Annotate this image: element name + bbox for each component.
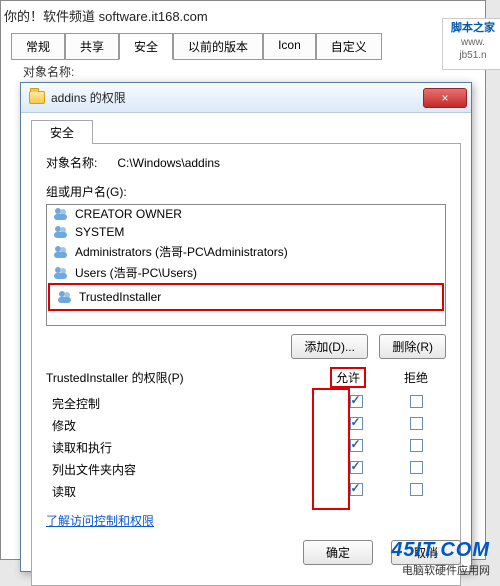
perm-name: 完全控制 (46, 395, 326, 412)
permissions-list: 完全控制 修改 读取和执行 列出文件夹内容 (46, 392, 446, 502)
user-group-icon (53, 207, 69, 221)
permissions-for-label: TrustedInstaller 的权限(P) (46, 371, 184, 385)
learn-access-control-link[interactable]: 了解访问控制和权限 (46, 514, 154, 528)
list-item[interactable]: Users (浩哥-PC\Users) (47, 262, 445, 283)
deny-checkbox[interactable] (410, 483, 423, 496)
dialog-title: addins 的权限 (51, 89, 423, 106)
users-listbox[interactable]: CREATOR OWNER SYSTEM Administrators (浩哥-… (46, 204, 446, 326)
allow-checkbox[interactable] (350, 417, 363, 430)
bg-tab-icon[interactable]: Icon (263, 33, 316, 60)
perm-row: 列出文件夹内容 (46, 458, 446, 480)
user-group-icon (53, 245, 69, 259)
perm-name: 读取 (46, 483, 326, 500)
permissions-header-row: TrustedInstaller 的权限(P) 允许 拒绝 (46, 369, 446, 386)
side-badge: 脚本之家 www. jb51.n (442, 18, 500, 70)
allow-header: 允许 (332, 369, 364, 386)
brand-watermark: 45IT.COM 电脑软硬件应用网 (391, 539, 490, 578)
perm-row: 完全控制 (46, 392, 446, 414)
list-item-label: SYSTEM (75, 225, 124, 239)
allow-checkbox[interactable] (350, 483, 363, 496)
security-panel: 对象名称: C:\Windows\addins 组或用户名(G): CREATO… (31, 143, 461, 586)
brand-sub: 电脑软硬件应用网 (391, 562, 490, 578)
permissions-dialog: addins 的权限 × 安全 对象名称: C:\Windows\addins … (20, 82, 472, 572)
watermark-text: 你的！软件频道 software.it168.com (4, 6, 208, 25)
side-badge-line3: jb51.n (449, 49, 497, 63)
bg-tab-sharing[interactable]: 共享 (65, 33, 119, 60)
dialog-body: 安全 对象名称: C:\Windows\addins 组或用户名(G): CRE… (21, 113, 471, 571)
perm-row: 修改 (46, 414, 446, 436)
group-users-label: 组或用户名(G): (46, 183, 446, 200)
brand-big: 45IT.COM (391, 539, 490, 562)
folder-icon (29, 91, 45, 104)
learn-link-row: 了解访问控制和权限 (46, 512, 446, 529)
deny-header: 拒绝 (404, 369, 428, 386)
list-item[interactable]: CREATOR OWNER (47, 205, 445, 223)
list-item-label: Users (浩哥-PC\Users) (75, 264, 197, 281)
add-button[interactable]: 添加(D)... (291, 334, 368, 359)
bg-tab-general[interactable]: 常规 (11, 33, 65, 60)
perm-row: 读取和执行 (46, 436, 446, 458)
list-item-trustedinstaller[interactable]: TrustedInstaller (51, 286, 441, 308)
perm-name: 修改 (46, 417, 326, 434)
object-name-row: 对象名称: C:\Windows\addins (46, 154, 446, 171)
allow-checkbox[interactable] (350, 439, 363, 452)
bg-tab-customize[interactable]: 自定义 (316, 33, 382, 60)
background-tabs: 常规 共享 安全 以前的版本 Icon 自定义 (11, 33, 382, 60)
object-name-value: C:\Windows\addins (117, 156, 220, 170)
bg-object-name-label: 对象名称: (23, 63, 74, 80)
perm-name: 读取和执行 (46, 439, 326, 456)
user-group-icon (53, 225, 69, 239)
side-badge-line1: 脚本之家 (449, 21, 497, 36)
remove-button[interactable]: 删除(R) (379, 334, 446, 359)
list-item-label: CREATOR OWNER (75, 207, 182, 221)
list-item[interactable]: SYSTEM (47, 223, 445, 241)
deny-checkbox[interactable] (410, 417, 423, 430)
user-group-icon (53, 266, 69, 280)
perm-row: 读取 (46, 480, 446, 502)
add-remove-row: 添加(D)... 删除(R) (46, 334, 446, 359)
list-item-label: Administrators (浩哥-PC\Administrators) (75, 243, 288, 260)
deny-checkbox[interactable] (410, 439, 423, 452)
allow-checkbox[interactable] (350, 461, 363, 474)
tab-security[interactable]: 安全 (31, 120, 93, 144)
side-badge-line2: www. (449, 36, 497, 50)
perm-name: 列出文件夹内容 (46, 461, 326, 478)
deny-checkbox[interactable] (410, 461, 423, 474)
bg-tab-previous-versions[interactable]: 以前的版本 (173, 33, 263, 60)
user-group-icon (57, 290, 73, 304)
close-button[interactable]: × (423, 88, 467, 108)
allow-checkbox[interactable] (350, 395, 363, 408)
list-item[interactable]: Administrators (浩哥-PC\Administrators) (47, 241, 445, 262)
list-item-label: TrustedInstaller (79, 290, 161, 304)
bg-tab-security[interactable]: 安全 (119, 33, 173, 60)
ok-button[interactable]: 确定 (303, 540, 373, 565)
dialog-titlebar: addins 的权限 × (21, 83, 471, 113)
deny-checkbox[interactable] (410, 395, 423, 408)
object-name-label: 对象名称: (46, 154, 114, 171)
